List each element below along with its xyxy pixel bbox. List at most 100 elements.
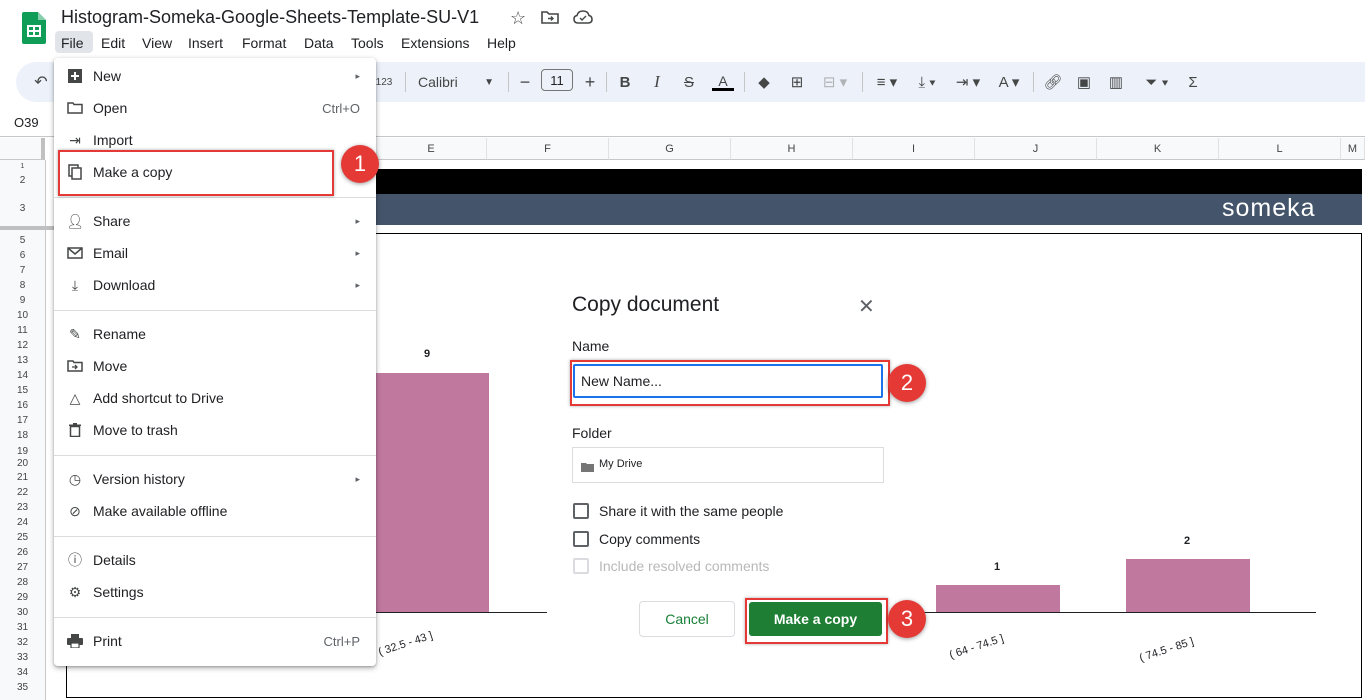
include-resolved-comments-checkbox — [573, 558, 589, 574]
insert-comment-icon[interactable]: ▣ — [1074, 70, 1094, 94]
menu-item-open[interactable]: Open Ctrl+O — [54, 94, 376, 122]
merge-cells-icon[interactable]: ⊟ ▾ — [820, 70, 850, 94]
row-header-17[interactable]: 17 — [0, 415, 45, 426]
italic-icon[interactable]: I — [648, 70, 666, 94]
row-header-15[interactable]: 15 — [0, 385, 45, 396]
menu-item-make-available-offline[interactable]: ⊘ Make available offline — [54, 497, 376, 525]
row-header-30[interactable]: 30 — [0, 607, 45, 618]
name-box[interactable]: O39 — [14, 115, 39, 130]
row-header-23[interactable]: 23 — [0, 502, 45, 513]
menubar-insert[interactable]: Insert — [188, 35, 223, 51]
menu-item-rename[interactable]: ✎ Rename — [54, 320, 376, 348]
row-header-32[interactable]: 32 — [0, 637, 45, 648]
font-family-select[interactable]: Calibri ▼ — [412, 70, 498, 94]
row-header-21[interactable]: 21 — [0, 472, 45, 483]
row-header-8[interactable]: 8 — [0, 280, 45, 291]
menubar-view[interactable]: View — [142, 35, 172, 51]
close-icon[interactable]: ✕ — [858, 294, 875, 319]
row-header-5[interactable]: 5 — [0, 235, 45, 246]
font-size-input[interactable]: 11 — [541, 69, 573, 91]
column-header-e[interactable]: E — [376, 138, 487, 160]
row-header-1[interactable]: 1 — [0, 163, 45, 170]
menu-item-settings[interactable]: ⚙ Settings — [54, 578, 376, 606]
menu-item-print[interactable]: Print Ctrl+P — [54, 627, 376, 655]
row-header-6[interactable]: 6 — [0, 250, 45, 261]
row-header-35[interactable]: 35 — [0, 682, 45, 693]
star-icon[interactable]: ☆ — [510, 8, 526, 29]
horizontal-align-icon[interactable]: ≡ ▾ — [871, 70, 903, 94]
document-title[interactable]: Histogram-Someka-Google-Sheets-Template-… — [61, 7, 479, 28]
menu-item-move[interactable]: Move — [54, 352, 376, 380]
text-wrapping-icon[interactable]: ⇥ ▾ — [951, 70, 985, 94]
decrease-font-size-icon[interactable]: − — [516, 70, 534, 94]
row-header-12[interactable]: 12 — [0, 340, 45, 351]
bold-icon[interactable]: B — [616, 70, 634, 94]
insert-chart-icon[interactable]: ▥ — [1106, 70, 1126, 94]
row-header-20[interactable]: 20 — [0, 458, 45, 469]
row-header-25[interactable]: 25 — [0, 532, 45, 543]
column-header-m[interactable]: M — [1341, 138, 1365, 160]
row-header-19[interactable]: 19 — [0, 446, 45, 457]
row-header-24[interactable]: 24 — [0, 517, 45, 528]
menubar-file[interactable]: File — [61, 35, 84, 51]
column-header-i[interactable]: I — [853, 138, 975, 160]
row-header-28[interactable]: 28 — [0, 577, 45, 588]
menu-item-share[interactable]: 👤︎ Share ▸ — [54, 207, 376, 235]
row-header-13[interactable]: 13 — [0, 355, 45, 366]
filter-icon[interactable]: ⏷ ▾ — [1139, 70, 1175, 94]
copy-comments-checkbox[interactable] — [573, 531, 589, 547]
grid-corner[interactable] — [0, 138, 45, 160]
menu-item-version-history[interactable]: ◷ Version history ▸ — [54, 465, 376, 493]
menu-item-download[interactable]: ⤓ Download ▸ — [54, 271, 376, 299]
row-header-16[interactable]: 16 — [0, 400, 45, 411]
increase-font-size-icon[interactable]: + — [581, 70, 599, 94]
cancel-button[interactable]: Cancel — [639, 601, 735, 637]
undo-icon[interactable]: ↶ — [31, 70, 51, 94]
borders-icon[interactable]: ⊞ — [788, 70, 806, 94]
row-header-2[interactable]: 2 — [0, 175, 45, 186]
share-same-people-checkbox[interactable] — [573, 503, 589, 519]
row-header-7[interactable]: 7 — [0, 265, 45, 276]
row-header-34[interactable]: 34 — [0, 667, 45, 678]
menu-item-add-shortcut[interactable]: △ Add shortcut to Drive — [54, 384, 376, 412]
menu-item-email[interactable]: Email ▸ — [54, 239, 376, 267]
text-rotation-icon[interactable]: A ▾ — [993, 70, 1025, 94]
row-header-14[interactable]: 14 — [0, 370, 45, 381]
functions-icon[interactable]: Σ — [1184, 70, 1202, 94]
column-header-j[interactable]: J — [975, 138, 1097, 160]
menu-item-move-to-trash[interactable]: Move to trash — [54, 416, 376, 444]
row-header-18[interactable]: 18 — [0, 430, 45, 441]
row-header-33[interactable]: 33 — [0, 652, 45, 663]
column-header-k[interactable]: K — [1097, 138, 1219, 160]
move-folder-icon[interactable] — [541, 10, 559, 24]
import-icon: ⇥ — [66, 131, 84, 149]
menubar-format[interactable]: Format — [242, 35, 286, 51]
row-header-11[interactable]: 11 — [0, 325, 45, 336]
row-header-31[interactable]: 31 — [0, 622, 45, 633]
column-header-g[interactable]: G — [609, 138, 731, 160]
row-header-27[interactable]: 27 — [0, 562, 45, 573]
row-header-10[interactable]: 10 — [0, 310, 45, 321]
strikethrough-icon[interactable]: S — [680, 70, 698, 94]
insert-link-icon[interactable]: 🔗︎ — [1042, 70, 1064, 94]
row-header-29[interactable]: 29 — [0, 592, 45, 603]
menu-item-new[interactable]: New ▸ — [54, 62, 376, 90]
row-header-22[interactable]: 22 — [0, 487, 45, 498]
menubar-data[interactable]: Data — [304, 35, 334, 51]
row-header-26[interactable]: 26 — [0, 547, 45, 558]
column-header-h[interactable]: H — [731, 138, 853, 160]
row-header-3[interactable]: 3 — [0, 203, 45, 214]
menu-item-details[interactable]: ⓘ Details — [54, 546, 376, 574]
menubar-extensions[interactable]: Extensions — [401, 35, 469, 51]
row-header-9[interactable]: 9 — [0, 295, 45, 306]
fill-color-icon[interactable]: ◆ — [753, 70, 775, 94]
column-header-f[interactable]: F — [487, 138, 609, 160]
menubar-edit[interactable]: Edit — [101, 35, 125, 51]
column-header-l[interactable]: L — [1219, 138, 1341, 160]
text-color-icon[interactable]: A — [712, 70, 734, 94]
sheets-logo-icon[interactable] — [22, 12, 46, 44]
menubar-help[interactable]: Help — [487, 35, 516, 51]
cloud-status-icon[interactable] — [573, 10, 593, 24]
menubar-tools[interactable]: Tools — [351, 35, 384, 51]
vertical-align-icon[interactable]: ⤓ ▾ — [911, 70, 943, 94]
